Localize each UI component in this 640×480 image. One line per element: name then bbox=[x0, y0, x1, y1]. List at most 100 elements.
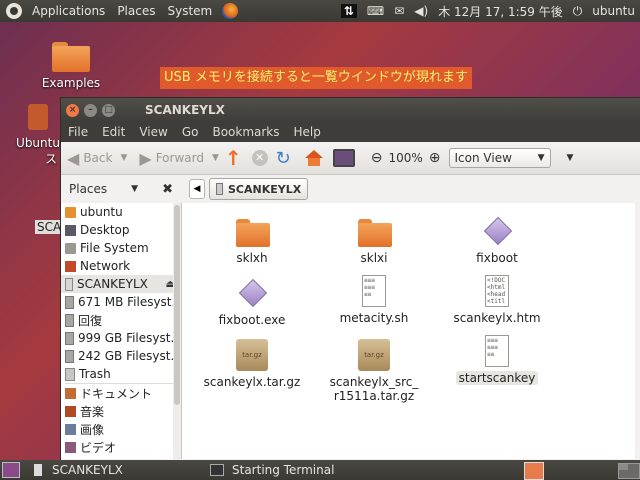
up-arrow-icon[interactable]: ↑ bbox=[225, 146, 242, 170]
sidebar-item-documents[interactable]: ドキュメント bbox=[61, 384, 181, 402]
sidebar-item-trash[interactable]: Trash bbox=[61, 365, 181, 383]
close-sidebar-icon[interactable]: ✖ bbox=[162, 182, 173, 197]
power-icon[interactable]: ⏻ bbox=[573, 4, 583, 19]
menu-bookmarks[interactable]: Bookmarks bbox=[205, 125, 286, 139]
file-label: fixboot bbox=[476, 251, 518, 265]
sidebar-scrollbar[interactable] bbox=[173, 203, 181, 459]
reload-icon[interactable]: ↻ bbox=[276, 148, 291, 169]
menubar: File Edit View Go Bookmarks Help bbox=[61, 122, 640, 142]
sidebar-item-label: Network bbox=[80, 259, 131, 273]
close-window-button[interactable]: × bbox=[66, 103, 79, 117]
maximize-window-button[interactable]: □ bbox=[102, 103, 115, 117]
desktop-icon-label: Ubuntu bbox=[16, 136, 60, 150]
window-titlebar[interactable]: × – □ SCANKEYLX bbox=[61, 98, 640, 122]
file-item-startscankey[interactable]: ≡≡≡ ≡≡≡ ≡≡ startscankey bbox=[437, 335, 557, 385]
back-arrow-icon: ◀ bbox=[67, 148, 80, 168]
toolbar-overflow-icon[interactable]: ▼ bbox=[567, 153, 574, 163]
html-file-icon: <!DOC <html <head <titl bbox=[485, 275, 509, 307]
sidebar-item-desktop[interactable]: Desktop bbox=[61, 221, 181, 239]
forward-button[interactable]: ▶ Forward ▼ bbox=[139, 149, 219, 168]
desktop-icon-label: Examples bbox=[41, 76, 101, 90]
file-item-scankeylx-htm[interactable]: <!DOC <html <head <titl scankeylx.htm bbox=[437, 275, 557, 325]
forward-dropdown-icon[interactable]: ▼ bbox=[212, 153, 219, 163]
sidebar-item-label: ビデオ bbox=[80, 440, 117, 455]
computer-icon[interactable] bbox=[332, 149, 355, 167]
breadcrumb-label: SCANKEYLX bbox=[228, 182, 302, 196]
bottom-panel: SCANKEYLX Starting Terminal bbox=[0, 460, 640, 480]
user-name[interactable]: ubuntu bbox=[592, 4, 635, 18]
forward-arrow-icon: ▶ bbox=[139, 148, 152, 168]
desktop-icon-label: SCA bbox=[37, 220, 62, 234]
view-mode-select[interactable]: Icon View ▼ bbox=[448, 148, 551, 168]
system-menu[interactable]: System bbox=[161, 4, 218, 18]
sidebar-header: Places ▼ ✖ bbox=[61, 182, 181, 197]
text-file-icon: ≡≡≡ ≡≡≡ ≡≡ bbox=[485, 335, 509, 367]
sidebar-item-242gb[interactable]: 242 GB Filesyst... bbox=[61, 347, 181, 365]
file-label: metacity.sh bbox=[339, 311, 409, 325]
taskbar-item-scankeylx[interactable]: SCANKEYLX bbox=[30, 463, 200, 477]
sidebar-item-filesystem[interactable]: File System bbox=[61, 239, 181, 257]
usb-drive-icon bbox=[65, 277, 73, 291]
file-item-sklxh[interactable]: sklxh bbox=[192, 217, 312, 265]
file-item-fixboot-exe[interactable]: fixboot.exe bbox=[192, 278, 312, 327]
sidebar-item-scankeylx[interactable]: SCANKEYLX ⏏ bbox=[61, 275, 181, 293]
ubuntu-logo-icon[interactable] bbox=[6, 3, 22, 19]
sidebar-item-network[interactable]: Network bbox=[61, 257, 181, 275]
show-desktop-icon[interactable] bbox=[2, 462, 20, 478]
mail-icon[interactable]: ✉ bbox=[394, 4, 404, 18]
clock[interactable]: 木 12月 17, 1:59 午後 bbox=[438, 3, 563, 20]
menu-help[interactable]: Help bbox=[287, 125, 328, 139]
sidebar-item-label: ubuntu bbox=[80, 205, 123, 219]
menu-edit[interactable]: Edit bbox=[95, 125, 132, 139]
volume-icon[interactable]: ◀) bbox=[414, 4, 428, 18]
file-item-sklxi[interactable]: sklxi bbox=[314, 217, 434, 265]
sidebar-item-999gb[interactable]: 999 GB Filesyst... bbox=[61, 329, 181, 347]
applications-menu[interactable]: Applications bbox=[26, 4, 111, 18]
desktop-icon-scankeylx[interactable]: SCA bbox=[35, 220, 63, 234]
home-icon[interactable] bbox=[304, 150, 323, 166]
places-dropdown-icon[interactable]: ▼ bbox=[131, 184, 138, 194]
back-dropdown-icon[interactable]: ▼ bbox=[120, 153, 127, 163]
breadcrumb-prev-button[interactable]: ◀ bbox=[189, 179, 205, 199]
sidebar-item-videos[interactable]: ビデオ bbox=[61, 438, 181, 456]
workspace-switcher-icon[interactable] bbox=[618, 463, 640, 479]
sidebar-item-recovery[interactable]: 回復 bbox=[61, 311, 181, 329]
stop-icon[interactable]: ✕ bbox=[251, 150, 268, 166]
sidebar-item-ubuntu[interactable]: ubuntu bbox=[61, 203, 181, 221]
file-item-metacity-sh[interactable]: ≡≡≡ ≡≡≡ ≡≡ metacity.sh bbox=[314, 275, 434, 325]
menu-file[interactable]: File bbox=[61, 125, 95, 139]
sidebar-item-music[interactable]: 音楽 bbox=[61, 402, 181, 420]
desktop-icon-examples[interactable]: Examples bbox=[38, 42, 104, 90]
menu-go[interactable]: Go bbox=[175, 125, 206, 139]
file-icon-grid: sklxh sklxi fixboot fixboot.exe ≡≡≡ ≡≡≡ ≡≡… bbox=[182, 203, 640, 459]
file-item-scankeylx-tar[interactable]: tar.gz scankeylx.tar.gz bbox=[192, 339, 312, 389]
sidebar-item-671mb[interactable]: 671 MB Filesyst... bbox=[61, 293, 181, 311]
zoom-level: 100% bbox=[388, 151, 423, 165]
back-button[interactable]: ◀ Back ▼ bbox=[67, 149, 127, 168]
keyboard-icon[interactable]: ⌨ bbox=[367, 4, 384, 18]
sidebar-scroll-thumb[interactable] bbox=[174, 205, 180, 405]
sidebar-item-label: Trash bbox=[79, 367, 111, 381]
music-icon bbox=[65, 405, 76, 417]
zoom-in-icon[interactable]: ⊕ bbox=[429, 150, 441, 166]
firefox-icon[interactable] bbox=[222, 3, 239, 19]
file-item-fixboot[interactable]: fixboot bbox=[437, 216, 557, 265]
file-item-scankeylx-src[interactable]: tar.gz scankeylx_src_ r1511a.tar.gz bbox=[314, 339, 434, 403]
desktop-icon-ubuntu[interactable]: Ubuntu ス bbox=[16, 104, 60, 167]
minimize-window-button[interactable]: – bbox=[84, 103, 97, 117]
breadcrumb[interactable]: SCANKEYLX bbox=[209, 178, 309, 200]
location-bar: Places ▼ ✖ ◀ SCANKEYLX bbox=[61, 175, 640, 203]
zoom-out-icon[interactable]: ⊖ bbox=[371, 150, 383, 166]
desktop-icon bbox=[65, 224, 76, 236]
toolbar: ◀ Back ▼ ▶ Forward ▼ ↑ ✕ ↻ ⊖ 100% ⊕ Icon… bbox=[61, 142, 640, 175]
content-scrollbar[interactable] bbox=[635, 203, 640, 459]
network-icon[interactable]: ⇅ bbox=[340, 4, 357, 18]
file-label: scankeylx.tar.gz bbox=[203, 375, 301, 389]
taskbar-item-terminal[interactable]: Starting Terminal bbox=[210, 463, 380, 477]
sidebar-item-pictures[interactable]: 画像 bbox=[61, 420, 181, 438]
menu-view[interactable]: View bbox=[132, 125, 174, 139]
places-menu[interactable]: Places bbox=[111, 4, 161, 18]
content-area: ubuntu Desktop File System Network SCANK… bbox=[61, 203, 640, 459]
filesystem-icon bbox=[65, 242, 76, 254]
trash-applet-icon[interactable] bbox=[524, 462, 544, 480]
